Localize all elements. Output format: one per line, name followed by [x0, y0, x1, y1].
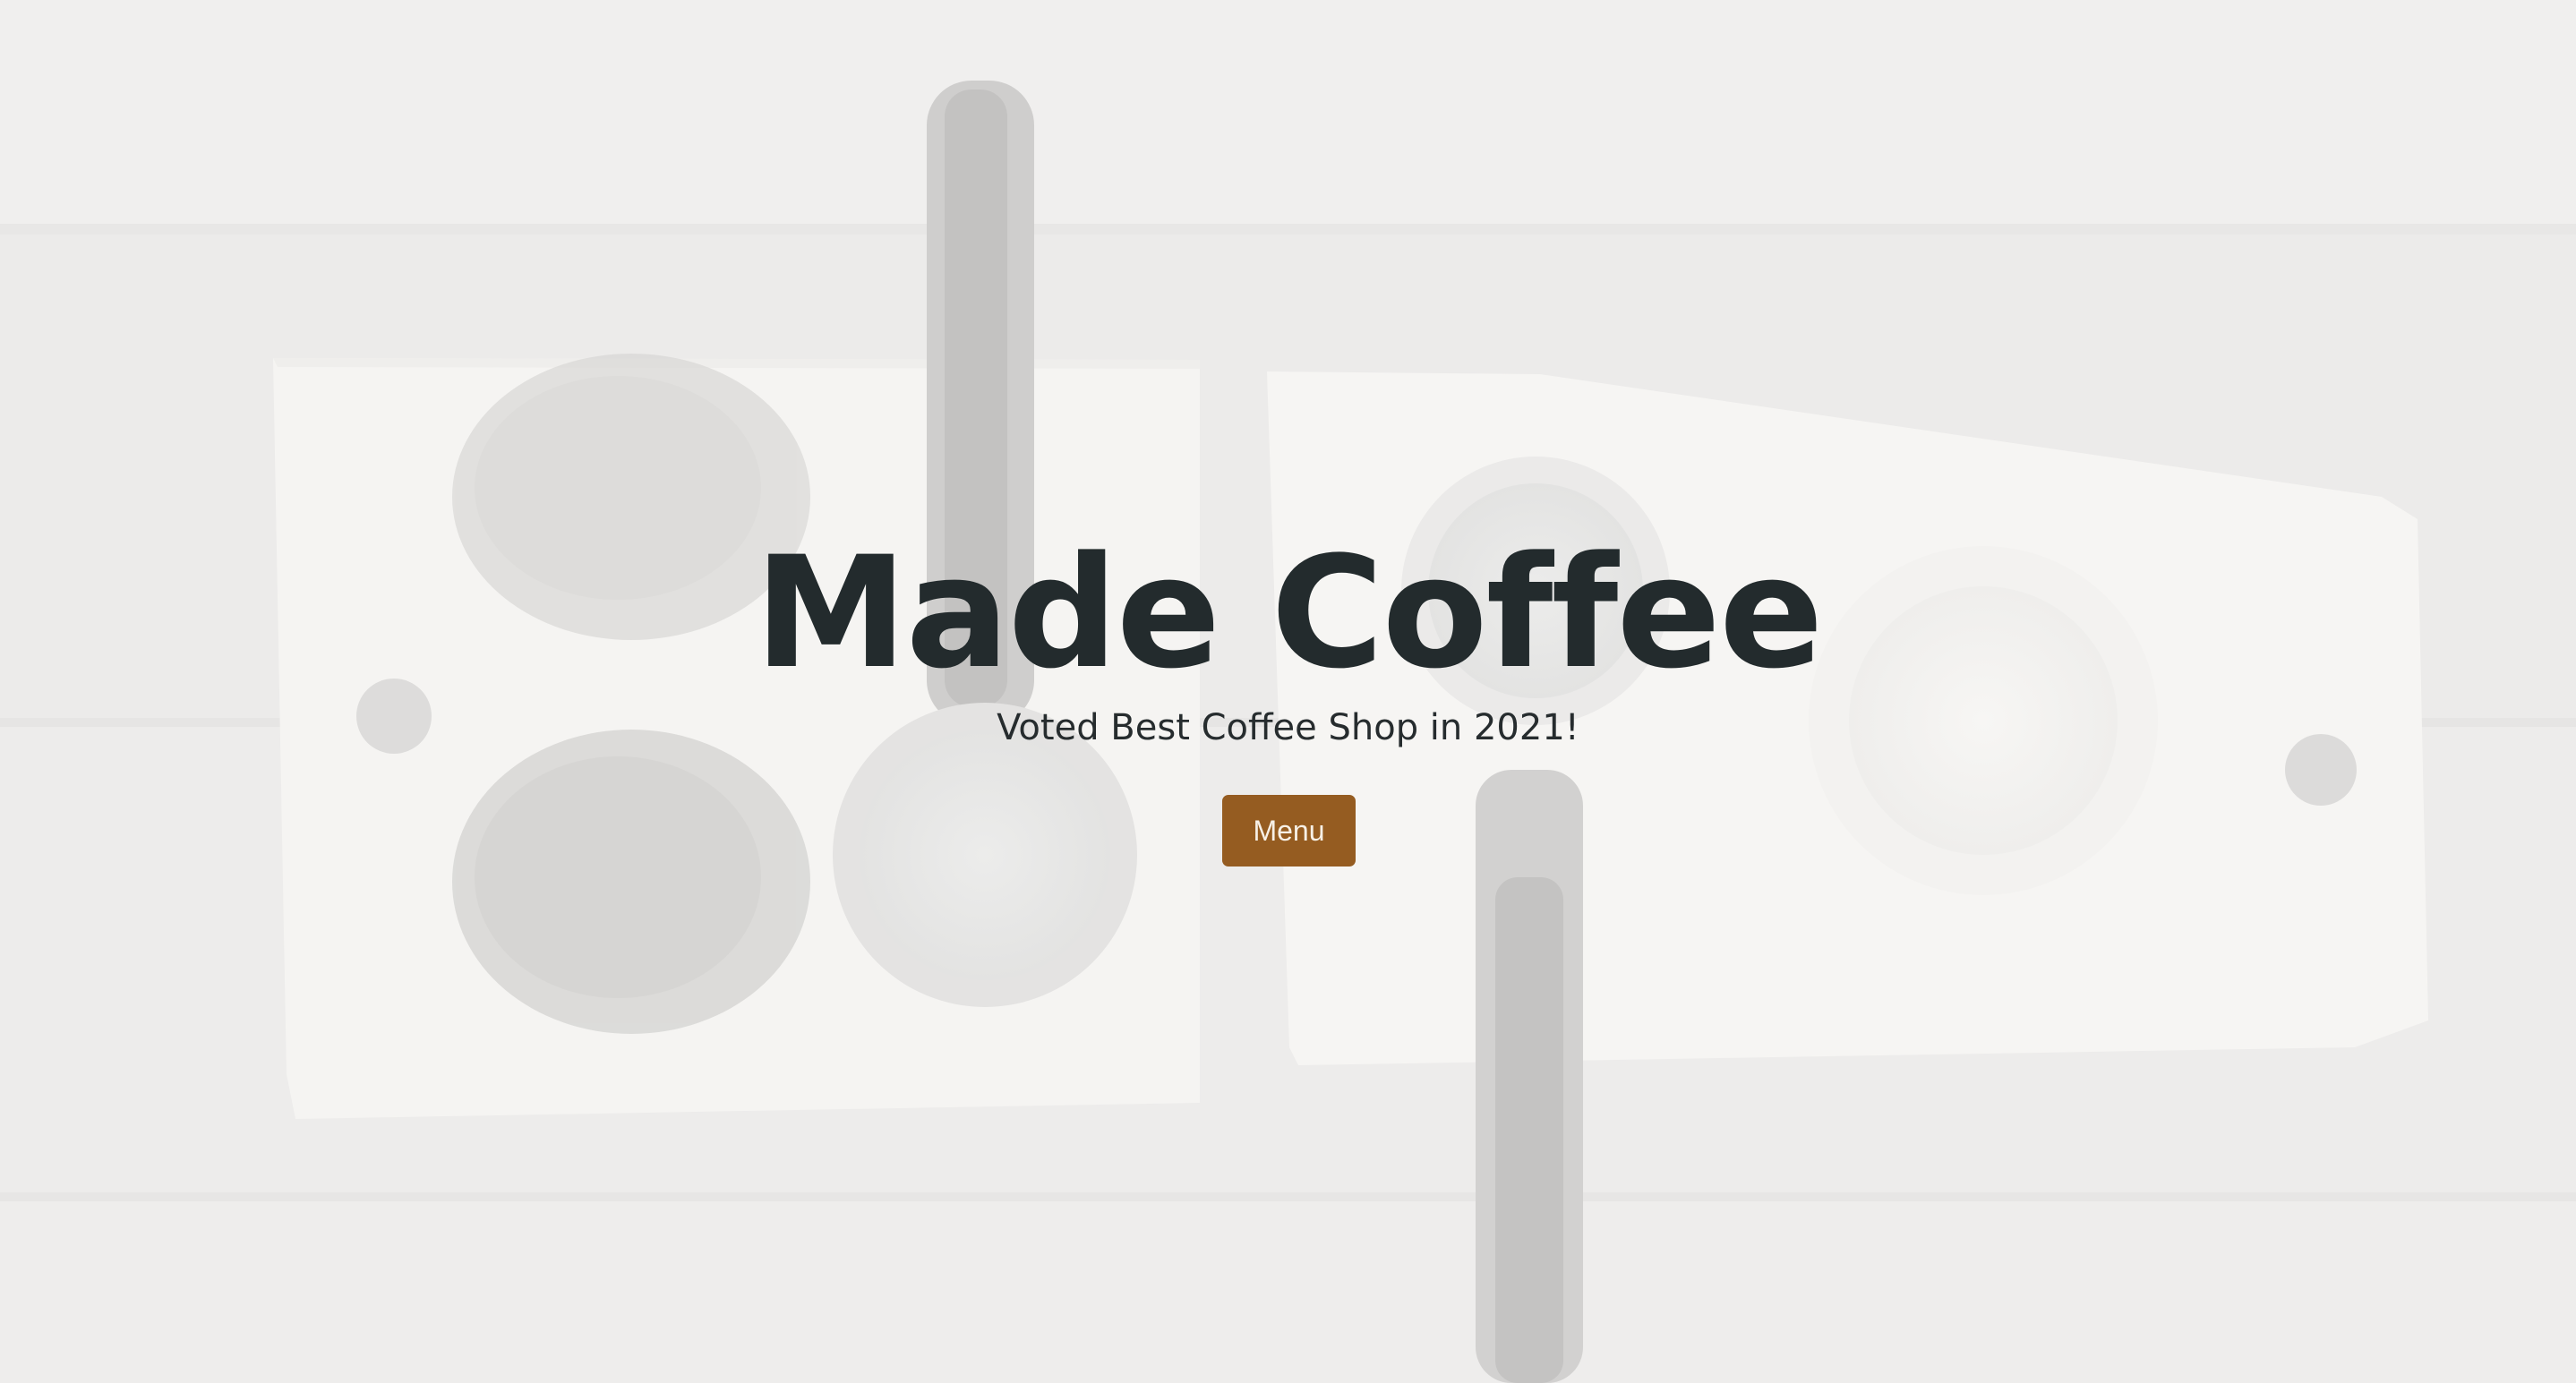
page-title: Made Coffee	[754, 523, 1823, 703]
hero-section: Made Coffee Voted Best Coffee Shop in 20…	[0, 0, 2576, 1383]
page-subtitle: Voted Best Coffee Shop in 2021!	[997, 707, 1579, 748]
hero-content: Made Coffee Voted Best Coffee Shop in 20…	[0, 0, 2576, 1383]
menu-button[interactable]: Menu	[1222, 795, 1356, 867]
